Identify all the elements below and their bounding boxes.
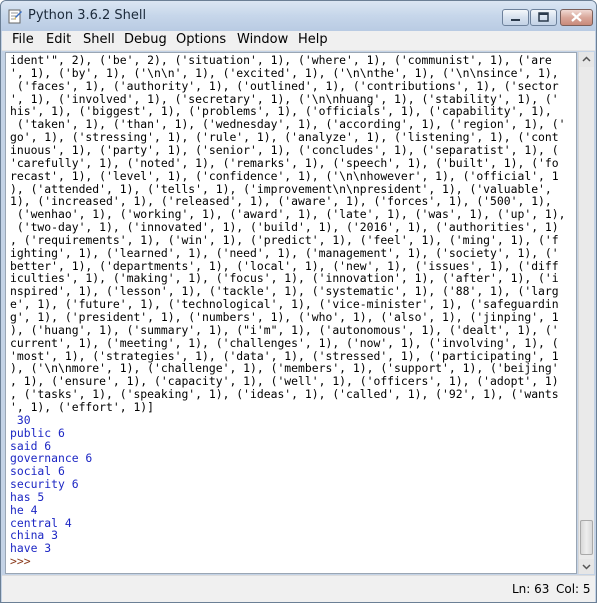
- shell-data-line: , ('requirements', 1), ('win', 1), ('pre…: [10, 232, 559, 247]
- menu-edit[interactable]: Edit: [46, 32, 71, 47]
- status-column: Col: 5: [556, 582, 591, 596]
- menu-debug[interactable]: Debug: [124, 32, 167, 47]
- minimize-icon: [511, 19, 520, 21]
- shell-output-line: 30: [10, 412, 31, 427]
- minimize-button[interactable]: [502, 9, 529, 26]
- scroll-down-arrow-icon: [582, 564, 591, 570]
- shell-data-line: ('faces', 1), ('authority', 1), ('outlin…: [10, 78, 559, 93]
- shell-data-line: ', 1), ('by', 1), ('\n\n', 1), ('excited…: [10, 65, 559, 80]
- shell-data-line: recast', 1), ('level', 1), ('confidence'…: [10, 168, 559, 183]
- scroll-up-arrow-icon: [582, 56, 591, 62]
- maximize-icon: [538, 12, 549, 22]
- menu-file[interactable]: File: [12, 32, 34, 47]
- close-icon: [571, 12, 582, 22]
- shell-text-area[interactable]: ident'", 2), ('be', 2), ('situation', 1)…: [5, 52, 577, 574]
- menu-shell[interactable]: Shell: [83, 32, 115, 47]
- scroll-up-button[interactable]: [579, 52, 594, 67]
- maximize-button[interactable]: [530, 9, 557, 26]
- shell-data-line: current', 1), ('meeting', 1), ('challeng…: [10, 335, 559, 350]
- status-line: Ln: 63: [512, 582, 550, 596]
- shell-prompt: >>>: [10, 554, 38, 569]
- shell-data-line: inuous', 1), ('party', 1), ('senior', 1)…: [10, 142, 559, 157]
- shell-data-line: ), ('huang', 1), ('summary', 1), ("i'm",…: [10, 322, 559, 337]
- python-idle-icon: [8, 9, 22, 24]
- shell-data-line: 'carefully', 1), ('noted', 1), ('remarks…: [10, 155, 559, 170]
- shell-data-line: ', 1), ('effort', 1)]: [10, 399, 155, 414]
- shell-data-line: ighting', 1), ('learned', 1), ('need', 1…: [10, 245, 559, 260]
- close-button[interactable]: [560, 9, 593, 26]
- shell-output-line: has 5: [10, 489, 45, 504]
- shell-output-line: public 6: [10, 425, 65, 440]
- vertical-scrollbar[interactable]: [578, 52, 594, 574]
- status-bar: Ln: 63 Col: 5: [2, 575, 595, 602]
- window-title: Python 3.6.2 Shell: [28, 8, 147, 23]
- scrollbar-thumb[interactable]: [580, 520, 593, 555]
- menu-help[interactable]: Help: [298, 32, 328, 47]
- python-shell-window: Python 3.6.2 Shell File Edit Shell Debug…: [0, 0, 597, 603]
- menu-options[interactable]: Options: [176, 32, 226, 47]
- title-bar[interactable]: Python 3.6.2 Shell: [1, 1, 596, 31]
- menu-window[interactable]: Window: [237, 32, 288, 47]
- scroll-down-button[interactable]: [579, 559, 594, 574]
- shell-output-line: he 4: [10, 502, 38, 517]
- menu-bar: File Edit Shell Debug Options Window Hel…: [2, 31, 595, 51]
